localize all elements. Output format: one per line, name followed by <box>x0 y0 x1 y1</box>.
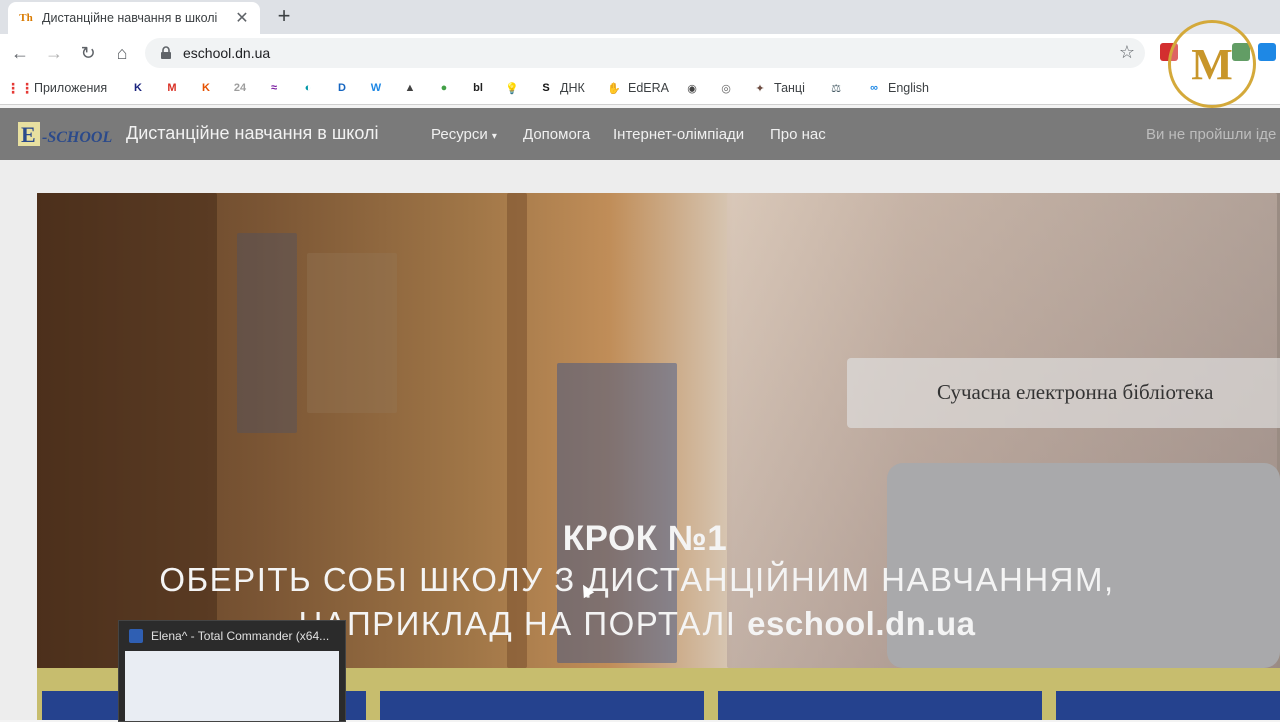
login-status-text[interactable]: Ви не пройшли іде <box>1146 126 1276 143</box>
bookmark-star-icon[interactable]: ☆ <box>1119 42 1135 63</box>
bookmark-favicon-icon: ▲ <box>404 82 416 94</box>
bookmark-favicon-icon: ✦ <box>755 82 765 95</box>
preview-window-title: Elena^ - Total Commander (x64... <box>151 629 330 643</box>
reload-icon[interactable]: ↻ <box>76 41 100 65</box>
close-tab-icon[interactable]: ✕ <box>234 8 250 28</box>
site-title[interactable]: Дистанційне навчання в школі <box>126 123 378 144</box>
chevron-down-icon: ▾ <box>491 131 497 142</box>
channel-logo-badge: M <box>1168 20 1256 108</box>
book-shape <box>307 253 397 413</box>
bookmark-item[interactable]: 24 <box>232 79 248 97</box>
section-tile[interactable] <box>380 691 704 720</box>
tab-strip: Th Дистанційне навчання в школі ✕ + <box>0 0 1280 34</box>
portal-url-text: eschool.dn.ua <box>747 605 976 642</box>
section-tile[interactable] <box>1056 691 1280 720</box>
bookmark-item[interactable]: ≈ <box>266 79 282 97</box>
bookmark-item[interactable]: ⚖ <box>828 79 844 97</box>
forward-icon[interactable]: → <box>42 41 66 65</box>
book-shape <box>237 233 297 433</box>
bookmark-favicon-icon: 24 <box>233 82 247 94</box>
bookmark-favicon-icon: ✋ <box>607 82 621 95</box>
nav-olympiads-link[interactable]: Інтернет-олімпіади <box>613 126 744 143</box>
bookmark-favicon-icon: ● <box>440 82 448 94</box>
bookmark-item[interactable]: ✋ EdERA <box>606 79 669 97</box>
bookmark-favicon-icon: bl <box>473 82 483 94</box>
bookmark-item[interactable]: ◐ <box>300 79 316 97</box>
new-tab-button[interactable]: + <box>272 4 296 28</box>
site-navbar: E -SCHOOL Дистанційне навчання в школі Р… <box>0 108 1280 160</box>
extension-icon[interactable] <box>1258 43 1276 61</box>
apps-grid-icon: ⋮⋮ <box>6 79 34 96</box>
bookmark-label: Танці <box>774 81 805 95</box>
bookmark-favicon-icon: W <box>370 82 382 94</box>
bookmark-label: ДНК <box>560 81 585 95</box>
bookmark-item[interactable]: bl <box>470 79 486 97</box>
bookmark-item[interactable]: M <box>164 79 180 97</box>
bookmark-item[interactable]: K <box>198 79 214 97</box>
svg-text:-SCHOOL: -SCHOOL <box>42 129 112 146</box>
bookmark-favicon-icon: 💡 <box>505 82 519 95</box>
back-icon[interactable]: ← <box>8 41 32 65</box>
bookmark-item[interactable]: ▲ <box>402 79 418 97</box>
bookmark-favicon-icon: S <box>542 82 550 94</box>
bookmark-label: EdERA <box>628 81 669 95</box>
bookmark-favicon-icon: ∞ <box>870 82 878 94</box>
nav-resources-dropdown[interactable]: Ресурси ▾ <box>431 126 497 143</box>
bookmark-favicon-icon: ◉ <box>687 82 697 95</box>
bookmark-favicon-icon: K <box>134 82 142 94</box>
bookmark-item[interactable]: ✦ Танці <box>752 79 805 97</box>
step-title: КРОК №1 <box>562 519 728 558</box>
bookmark-item[interactable]: S ДНК <box>538 79 585 97</box>
nav-help-link[interactable]: Допомога <box>523 126 590 143</box>
bookmarks-bar: ⋮⋮ Приложения K M K 24 ≈ ◐ D W ▲ ● bl 💡 S ДНК ✋ EdERA ◉ ◎… <box>0 72 1280 105</box>
bookmark-favicon-icon: ⚖ <box>831 82 841 95</box>
bookmark-item[interactable]: K <box>130 79 146 97</box>
bookmark-item[interactable]: ◎ <box>718 79 734 97</box>
slide-caption: Сучасна електронна бібліотека <box>937 380 1214 404</box>
bookmark-favicon-icon: ◎ <box>721 82 731 95</box>
site-favicon-icon: Th <box>19 12 33 24</box>
section-tile[interactable] <box>718 691 1042 720</box>
taskbar-window-preview[interactable]: Elena^ - Total Commander (x64... <box>118 620 346 722</box>
eschool-logo[interactable]: E -SCHOOL <box>18 120 116 148</box>
address-bar[interactable]: eschool.dn.ua ☆ <box>145 38 1145 68</box>
preview-window-thumbnail <box>125 651 339 721</box>
bookmark-favicon-icon: D <box>338 82 346 94</box>
apps-bookmark[interactable]: ⋮⋮ Приложения <box>6 79 107 97</box>
bookmark-item[interactable]: ∞ English <box>866 79 929 97</box>
bookmark-item[interactable]: ◉ <box>684 79 700 97</box>
step-text-line1: ОБЕРІТЬ СОБІ ШКОЛУ З ДИСТАНЦІЙНИМ НАВЧАН… <box>159 561 1115 598</box>
bookmark-favicon-icon: M <box>167 82 177 94</box>
bookmark-label: English <box>888 81 929 95</box>
badge-letter: M <box>1191 39 1233 89</box>
bookmark-item[interactable]: D <box>334 79 350 97</box>
bookmark-item[interactable]: ● <box>436 79 452 97</box>
bookmark-item[interactable]: W <box>368 79 384 97</box>
svg-text:E: E <box>21 122 36 147</box>
tab-title: Дистанційне навчання в школі <box>42 11 218 25</box>
url-text: eschool.dn.ua <box>183 45 271 61</box>
lock-icon <box>161 46 171 59</box>
browser-toolbar: ← → ↻ ⌂ eschool.dn.ua ☆ <box>0 34 1280 72</box>
bookmark-favicon-icon: ≈ <box>270 82 278 94</box>
bookmark-item[interactable]: 💡 <box>504 79 520 97</box>
bookmark-favicon-icon: ◐ <box>304 82 312 94</box>
hero-carousel[interactable]: Сучасна електронна бібліотека КРОК №1 ОБ… <box>37 193 1280 668</box>
bookmark-favicon-icon: K <box>202 82 210 94</box>
home-icon[interactable]: ⌂ <box>110 41 134 65</box>
nav-about-link[interactable]: Про нас <box>770 126 826 143</box>
total-commander-icon <box>129 629 143 643</box>
browser-tab[interactable]: Th Дистанційне навчання в школі ✕ <box>8 2 260 34</box>
